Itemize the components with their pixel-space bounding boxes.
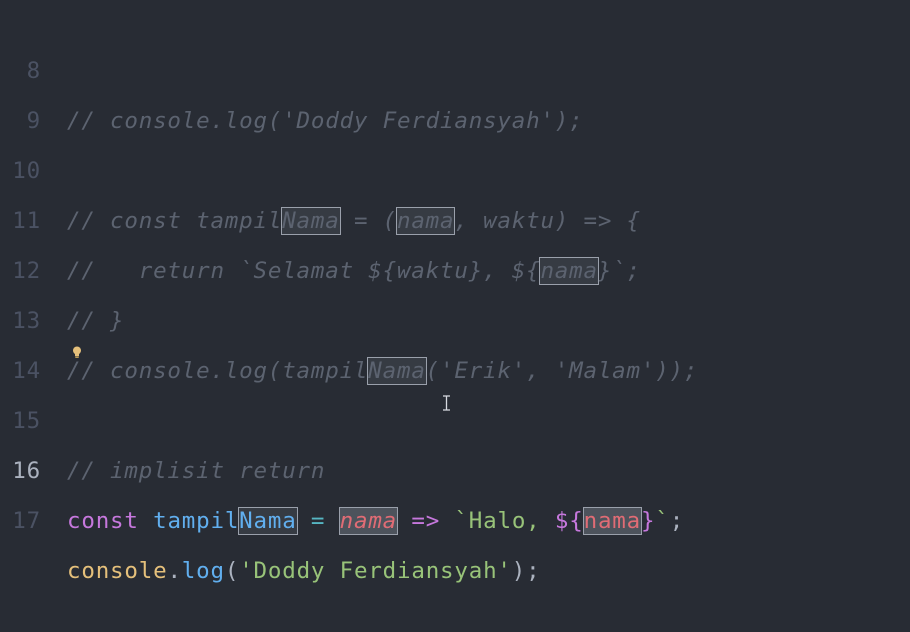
arrow-operator: => xyxy=(411,508,441,534)
code-line[interactable]: 12 // } xyxy=(0,196,910,334)
semicolon: ; xyxy=(526,558,541,584)
semicolon: ; xyxy=(669,508,685,534)
interpolation-open: ${ xyxy=(554,508,584,534)
code-line-active[interactable]: 16 const tampilNama = nama => `Halo, ${n… xyxy=(0,396,910,535)
method-log: log xyxy=(181,558,225,584)
code-text[interactable]: const tampilNama = nama => `Halo, ${nama… xyxy=(67,496,684,546)
occurrence-highlight: nama xyxy=(582,507,642,535)
paren-open: ( xyxy=(224,558,240,584)
code-line[interactable]: 10 // const tampilNama = (nama, waktu) =… xyxy=(0,96,910,235)
code-line[interactable]: 15 // implisit return xyxy=(0,346,910,484)
template-close: ` xyxy=(655,508,670,534)
code-line[interactable]: 14 xyxy=(0,296,910,384)
object-console: console xyxy=(67,558,168,584)
ibeam-cursor-icon xyxy=(443,395,450,411)
keyword-const: const xyxy=(67,508,139,534)
code-line[interactable]: 11 // return `Selamat ${waktu}, ${nama}`… xyxy=(0,146,910,285)
code-editor[interactable]: 8 // console.log('Doddy Ferdiansyah'); 9… xyxy=(0,0,910,632)
occurrence-highlight: Nama xyxy=(238,507,298,535)
code-line[interactable]: 17 console.log('Doddy Ferdiansyah'); xyxy=(0,446,910,584)
string-literal: 'Doddy Ferdiansyah' xyxy=(239,558,512,584)
function-name: tampil xyxy=(153,508,240,534)
template-open: `Halo, xyxy=(454,508,555,534)
code-line[interactable]: 9 xyxy=(0,46,910,134)
code-line[interactable]: 13 // console.log(tampilNama('Erik', 'Ma… xyxy=(0,246,910,385)
interpolation-close: } xyxy=(640,508,656,534)
code-text[interactable]: console.log('Doddy Ferdiansyah'); xyxy=(67,546,541,596)
paren-close: ) xyxy=(511,558,527,584)
line-number: 17 xyxy=(12,508,41,534)
parameter-nama: nama xyxy=(338,507,399,535)
operator-assign: = xyxy=(310,508,326,534)
code-line[interactable]: 8 // console.log('Doddy Ferdiansyah'); xyxy=(0,0,910,134)
dot: . xyxy=(167,558,182,584)
